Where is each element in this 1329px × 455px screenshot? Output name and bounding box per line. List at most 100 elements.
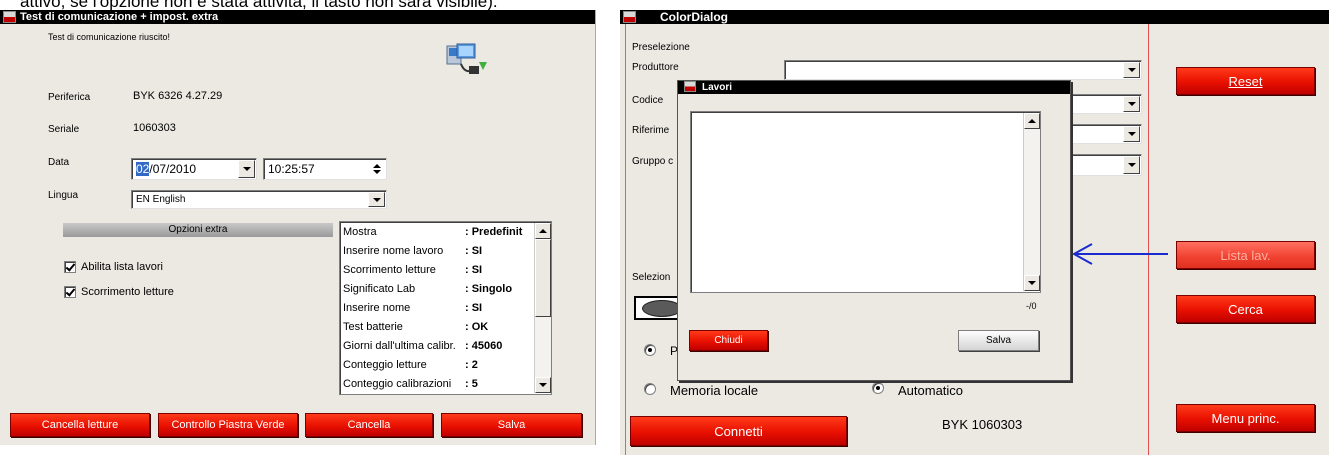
popup-save-button[interactable]: Salva — [958, 330, 1039, 351]
job-list-scrollbar[interactable] — [1023, 113, 1040, 291]
extra-options-header: Opzioni extra — [63, 223, 333, 237]
language-value: EN English — [136, 194, 186, 205]
app-icon — [3, 11, 16, 23]
seriale-value: 1060303 — [133, 122, 176, 134]
scroll-readings-checkbox[interactable] — [64, 286, 76, 298]
date-picker[interactable]: 02/07/2010 — [131, 158, 257, 180]
search-button[interactable]: Cerca — [1176, 295, 1315, 323]
joblist-checkbox[interactable] — [64, 261, 76, 273]
scroll-down-button[interactable] — [535, 377, 551, 393]
save-button[interactable]: Salva — [441, 413, 582, 437]
language-select[interactable]: EN English — [131, 190, 387, 209]
gruppo-label: Gruppo c — [632, 156, 674, 167]
color-swatch — [642, 300, 682, 317]
option-key: Conteggio calibrazioni — [343, 378, 452, 390]
arrow-up-icon — [1028, 119, 1036, 123]
scroll-readings-label: Scorrimento letture — [81, 286, 174, 298]
right-titlebar: ColorDialog — [620, 10, 1329, 24]
date-day-selected: 02 — [136, 162, 150, 176]
left-titlebar: Test di comunicazione + impost. extra — [0, 10, 595, 24]
computer-device-icon — [446, 43, 487, 74]
arrow-left-icon — [1071, 243, 1168, 265]
cancel-button[interactable]: Cancella — [305, 413, 433, 437]
automatico-label: Automatico — [898, 383, 964, 398]
chevron-down-icon — [1127, 163, 1136, 167]
lingua-label: Lingua — [48, 190, 79, 201]
language-dropdown-button[interactable] — [368, 192, 385, 207]
chevron-down-icon — [1127, 102, 1136, 106]
success-message: Test di comunicazione riuscito! — [48, 32, 171, 42]
codice-select[interactable] — [1070, 94, 1142, 114]
cancel-readings-button[interactable]: Cancella letture — [10, 413, 150, 437]
produttore-select[interactable] — [784, 60, 1142, 80]
job-counter: -/0 — [1026, 301, 1037, 311]
device-id: BYK 1060303 — [942, 417, 1023, 432]
app-icon — [623, 11, 636, 23]
main-menu-button[interactable]: Menu princ. — [1176, 404, 1315, 432]
scroll-thumb[interactable] — [535, 239, 551, 317]
scroll-up-button[interactable] — [535, 223, 551, 239]
radio-memoria-locale[interactable] — [644, 383, 656, 395]
green-tile-check-button[interactable]: Controllo Piastra Verde — [158, 413, 298, 437]
red-divider — [1148, 24, 1149, 455]
chevron-down-icon — [1127, 68, 1136, 72]
close-button[interactable]: Chiudi — [689, 330, 768, 351]
option-key: Test batterie — [343, 321, 403, 333]
popup-titlebar: Lavori — [678, 81, 1070, 94]
option-key: Inserire nome — [343, 302, 411, 314]
memoria-locale-label: Memoria locale — [670, 383, 759, 398]
app-icon — [684, 81, 696, 92]
option-key: Significato Lab — [343, 283, 416, 295]
option-key: Scorrimento letture — [343, 264, 436, 276]
job-list-button[interactable]: Lista lav. — [1176, 241, 1315, 269]
codice-label: Codice — [632, 95, 664, 106]
produttore-label: Produttore — [632, 62, 679, 73]
connect-button[interactable]: Connetti — [630, 416, 847, 446]
produttore-dropdown-button[interactable] — [1123, 62, 1140, 78]
radio-p[interactable] — [644, 344, 656, 356]
chevron-down-icon — [1127, 132, 1136, 136]
selezione-label: Selezion — [632, 272, 671, 283]
popup-title: Lavori — [702, 82, 733, 93]
time-value: 10:25:57 — [268, 162, 315, 176]
right-title: ColorDialog — [660, 10, 728, 24]
reset-label: Reset — [1228, 73, 1263, 89]
gruppo-select[interactable] — [1070, 154, 1142, 176]
riferimento-dropdown-button[interactable] — [1123, 126, 1140, 142]
periferica-value: BYK 6326 4.27.29 — [133, 90, 223, 102]
communication-test-window: Test di comunicazione + impost. extra Te… — [0, 10, 596, 445]
arrow-down-icon — [539, 383, 547, 387]
joblist-label: Abilita lista lavori — [81, 261, 163, 273]
codice-dropdown-button[interactable] — [1123, 96, 1140, 112]
gruppo-dropdown-button[interactable] — [1123, 156, 1140, 174]
left-divider — [625, 24, 626, 455]
time-field[interactable]: 10:25:57 — [263, 158, 387, 180]
date-rest: /07/2010 — [149, 162, 197, 176]
option-key: Giorni dall'ultima calibr. — [343, 340, 456, 352]
seriale-label: Seriale — [48, 124, 80, 135]
options-list[interactable]: Mostra: Predefinit Inserire nome lavoro: … — [339, 221, 552, 395]
option-key: Conteggio letture — [343, 359, 427, 371]
preselezione-label: Preselezione — [632, 42, 690, 53]
riferimento-select[interactable] — [1070, 124, 1142, 144]
job-list-popup: Lavori -/0 Chiudi Salva — [677, 80, 1071, 381]
spin-down-icon — [372, 170, 381, 174]
option-key: Mostra — [343, 226, 377, 238]
reset-button[interactable]: Reset — [1176, 67, 1315, 95]
left-title: Test di comunicazione + impost. extra — [20, 11, 219, 23]
spin-up-icon — [372, 164, 381, 168]
arrow-up-icon — [539, 229, 547, 233]
chevron-down-icon — [372, 197, 381, 202]
options-scrollbar[interactable] — [534, 223, 551, 393]
arrow-down-icon — [1028, 281, 1036, 285]
option-key: Inserire nome lavoro — [343, 245, 444, 257]
riferimento-label: Riferime — [632, 125, 670, 136]
scroll-down-button[interactable] — [1024, 275, 1040, 291]
radio-automatico[interactable] — [872, 382, 884, 394]
time-spinner[interactable] — [368, 160, 385, 178]
date-dropdown-button[interactable] — [238, 160, 255, 178]
chevron-down-icon — [242, 167, 251, 171]
job-list[interactable] — [690, 111, 1041, 293]
periferica-label: Periferica — [48, 92, 91, 103]
scroll-up-button[interactable] — [1024, 113, 1040, 129]
